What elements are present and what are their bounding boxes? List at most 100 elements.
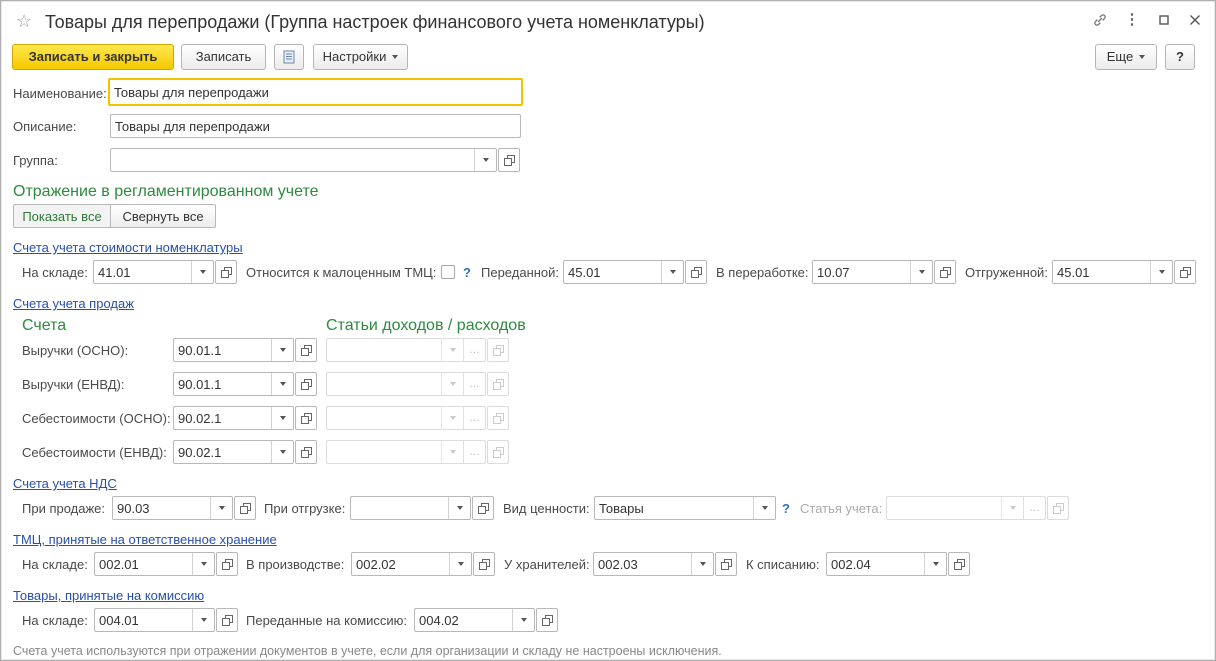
- dropdown-button[interactable]: [271, 407, 293, 429]
- dropdown-button[interactable]: [1150, 261, 1172, 283]
- dropdown-button: [441, 373, 463, 395]
- description-input[interactable]: Товары для перепродажи: [110, 114, 521, 138]
- dropdown-button[interactable]: [512, 609, 534, 631]
- sales-row-select[interactable]: 90.02.1: [173, 406, 294, 430]
- cost-warehouse-select[interactable]: 41.01: [93, 260, 214, 284]
- shipped-select[interactable]: 45.01: [1052, 260, 1173, 284]
- report-button[interactable]: [274, 44, 304, 70]
- ellipsis-icon: …: [1023, 497, 1045, 519]
- dropdown-button[interactable]: [192, 609, 214, 631]
- dropdown-button[interactable]: [210, 497, 232, 519]
- vat-accounts-link[interactable]: Счета учета НДС: [13, 476, 117, 492]
- shipped-open-button[interactable]: [1174, 260, 1196, 284]
- help-question-icon[interactable]: ?: [463, 265, 471, 281]
- chevron-down-icon: [392, 55, 399, 59]
- sales-row-open-button[interactable]: [295, 338, 317, 362]
- vat-shipment-open-button[interactable]: [472, 496, 494, 520]
- processing-select[interactable]: 10.07: [812, 260, 933, 284]
- name-input[interactable]: Товары для перепродажи: [108, 78, 523, 106]
- custody-keepers-select[interactable]: 002.03: [593, 552, 714, 576]
- group-select[interactable]: [110, 148, 497, 172]
- favorite-star-icon[interactable]: ☆: [16, 10, 32, 32]
- dropdown-button[interactable]: [271, 373, 293, 395]
- accounts-column-title: Счета: [22, 317, 67, 334]
- commission-transferred-value: 004.02: [419, 612, 459, 628]
- collapse-all-button[interactable]: Свернуть все: [110, 204, 216, 228]
- chevron-down-icon: [449, 450, 456, 454]
- dropdown-button[interactable]: [448, 497, 470, 519]
- close-icon[interactable]: [1187, 12, 1203, 28]
- value-type-label: Вид ценности:: [503, 501, 590, 516]
- processing-label: В переработке:: [716, 265, 809, 280]
- dropdown-button[interactable]: [191, 261, 213, 283]
- sales-row-select[interactable]: 90.01.1: [173, 372, 294, 396]
- custody-writeoff-select[interactable]: 002.04: [826, 552, 947, 576]
- dropdown-button: [441, 407, 463, 429]
- open-window-icon: [300, 344, 312, 356]
- dropdown-button[interactable]: [910, 261, 932, 283]
- open-window-icon: [939, 266, 951, 278]
- dropdown-button[interactable]: [474, 149, 496, 171]
- expense-item-open-button: [487, 440, 509, 464]
- link-icon[interactable]: [1092, 12, 1108, 28]
- help-question-icon[interactable]: ?: [782, 501, 790, 517]
- low-value-checkbox[interactable]: [441, 265, 455, 279]
- settings-dropdown-button[interactable]: Настройки: [313, 44, 408, 70]
- dropdown-button[interactable]: [449, 553, 471, 575]
- transferred-open-button[interactable]: [685, 260, 707, 284]
- vat-shipment-select[interactable]: [350, 496, 471, 520]
- value-type-value: Товары: [599, 500, 644, 516]
- dropdown-button[interactable]: [924, 553, 946, 575]
- dropdown-button[interactable]: [192, 553, 214, 575]
- custody-warehouse-open-button[interactable]: [216, 552, 238, 576]
- commission-transferred-select[interactable]: 004.02: [414, 608, 535, 632]
- sales-row-open-button[interactable]: [295, 372, 317, 396]
- sales-row-open-button[interactable]: [295, 406, 317, 430]
- open-window-icon: [239, 502, 251, 514]
- income-item-open-button: [487, 372, 509, 396]
- commission-link[interactable]: Товары, принятые на комиссию: [13, 588, 204, 604]
- custody-writeoff-open-button[interactable]: [948, 552, 970, 576]
- vat-sale-open-button[interactable]: [234, 496, 256, 520]
- chevron-down-icon: [482, 158, 489, 162]
- sales-row-select[interactable]: 90.02.1: [173, 440, 294, 464]
- vat-sale-select[interactable]: 90.03: [112, 496, 233, 520]
- custody-production-select[interactable]: 002.02: [351, 552, 472, 576]
- sales-row-select[interactable]: 90.01.1: [173, 338, 294, 362]
- dropdown-button[interactable]: [691, 553, 713, 575]
- custody-link[interactable]: ТМЦ, принятые на ответственное хранение: [13, 532, 277, 548]
- dropdown-button[interactable]: [661, 261, 683, 283]
- save-and-close-button[interactable]: Записать и закрыть: [12, 44, 174, 70]
- transferred-select[interactable]: 45.01: [563, 260, 684, 284]
- sales-accounts-link[interactable]: Счета учета продаж: [13, 296, 134, 312]
- dropdown-button[interactable]: [271, 339, 293, 361]
- chevron-down-icon: [449, 348, 456, 352]
- custody-production-open-button[interactable]: [473, 552, 495, 576]
- open-window-icon: [1052, 502, 1064, 514]
- processing-open-button[interactable]: [934, 260, 956, 284]
- dropdown-button[interactable]: [271, 441, 293, 463]
- show-all-button[interactable]: Показать все: [13, 204, 111, 228]
- save-label: Записать: [195, 49, 252, 64]
- commission-warehouse-open-button[interactable]: [216, 608, 238, 632]
- more-dropdown-button[interactable]: Еще: [1095, 44, 1157, 70]
- custody-keepers-open-button[interactable]: [715, 552, 737, 576]
- commission-transferred-open-button[interactable]: [536, 608, 558, 632]
- help-button[interactable]: ?: [1165, 44, 1195, 70]
- maximize-icon[interactable]: [1156, 12, 1172, 28]
- custody-warehouse-select[interactable]: 002.01: [94, 552, 215, 576]
- commission-warehouse-value: 004.01: [99, 612, 139, 628]
- group-open-button[interactable]: [498, 148, 520, 172]
- sales-row-value: 90.02.1: [178, 410, 222, 426]
- save-button[interactable]: Записать: [181, 44, 266, 70]
- commission-warehouse-select[interactable]: 004.01: [94, 608, 215, 632]
- vat-sale-label: При продаже:: [22, 501, 106, 516]
- ellipsis-icon: …: [463, 441, 485, 463]
- cost-accounts-link[interactable]: Счета учета стоимости номенклатуры: [13, 240, 243, 256]
- dropdown-button[interactable]: [753, 497, 775, 519]
- cost-warehouse-open-button[interactable]: [215, 260, 237, 284]
- open-window-icon: [300, 412, 312, 424]
- value-type-select[interactable]: Товары: [594, 496, 776, 520]
- more-vertical-icon[interactable]: ⋮: [1124, 12, 1140, 28]
- sales-row-open-button[interactable]: [295, 440, 317, 464]
